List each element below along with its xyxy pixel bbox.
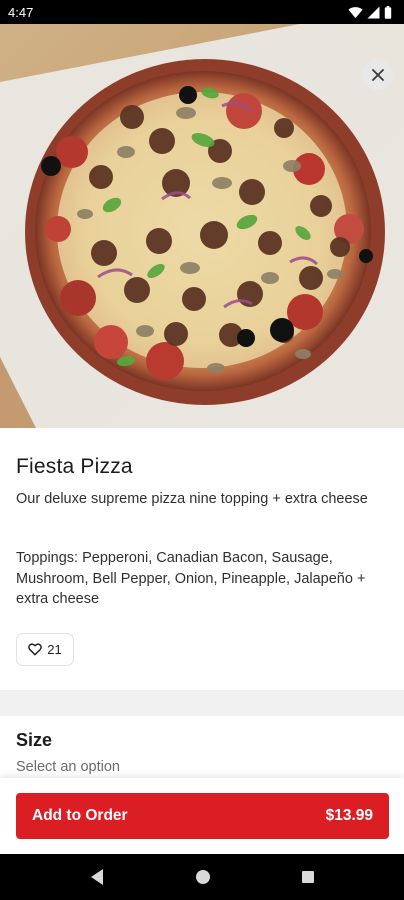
close-icon (371, 68, 384, 81)
like-button[interactable]: 21 (16, 633, 74, 666)
pizza-photo (0, 24, 404, 428)
pizza-image (0, 24, 404, 428)
order-footer: Add to Order $13.99 (0, 778, 404, 854)
heart-outline-icon (28, 643, 43, 656)
home-circle-icon[interactable] (195, 869, 211, 885)
add-to-order-button[interactable]: Add to Order $13.99 (16, 793, 389, 839)
status-bar: 4:47 (0, 0, 404, 24)
item-name: Fiesta Pizza (16, 455, 133, 478)
status-icons (348, 5, 392, 19)
battery-icon (384, 5, 392, 19)
cellular-signal-icon (367, 6, 380, 18)
order-price: $13.99 (325, 807, 373, 824)
recents-square-icon[interactable] (301, 870, 315, 884)
status-time: 4:47 (8, 4, 34, 20)
section-divider (0, 690, 404, 716)
wifi-icon (348, 6, 363, 18)
add-to-order-label: Add to Order (32, 807, 128, 824)
back-triangle-icon[interactable] (89, 868, 105, 886)
size-section-title: Size (16, 730, 53, 750)
item-description: Our deluxe supreme pizza nine topping + … (16, 491, 368, 507)
close-button[interactable] (362, 59, 393, 90)
like-count: 21 (47, 642, 62, 657)
android-navigation-bar (0, 854, 404, 900)
item-toppings: Toppings: Pepperoni, Canadian Bacon, Sau… (16, 550, 366, 607)
size-section-subtitle: Select an option (16, 759, 120, 775)
